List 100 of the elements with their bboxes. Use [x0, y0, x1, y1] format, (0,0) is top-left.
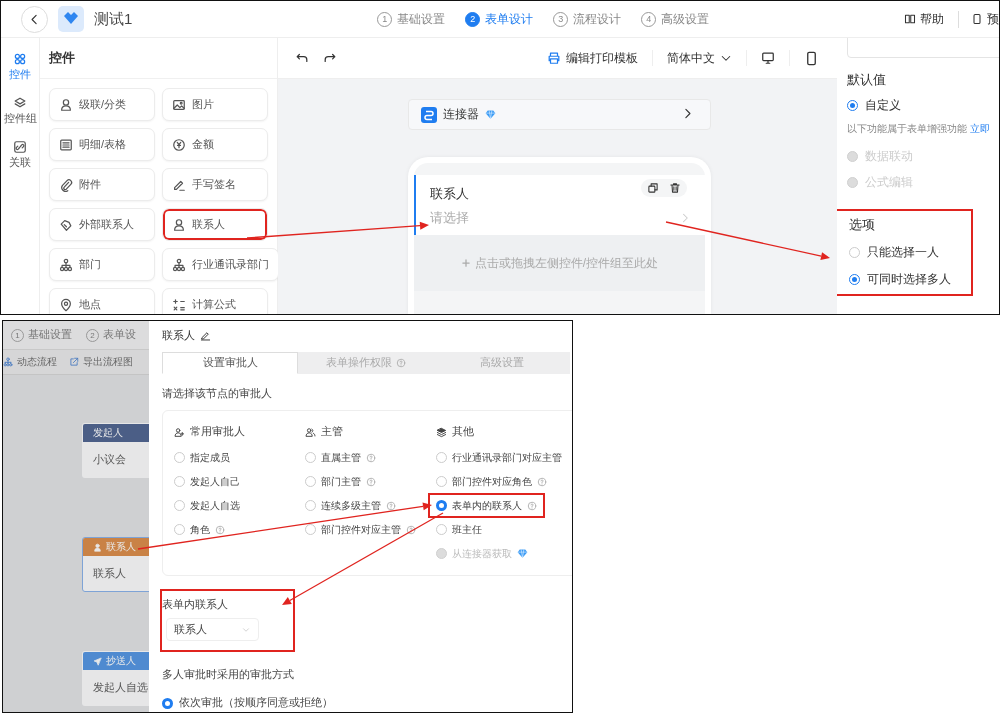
radio-option[interactable]: 行业通讯录部门对应主管	[428, 445, 570, 470]
radio-option[interactable]: 角色	[166, 517, 233, 542]
widget-item[interactable]: 图片	[162, 88, 268, 121]
step-tab[interactable]: 3 流程设计	[553, 10, 622, 28]
option-label: 行业通讯录部门对应主管	[452, 450, 562, 465]
widget-item[interactable]: 外部联系人	[49, 208, 155, 241]
radio-button[interactable]	[174, 476, 185, 487]
radio-button[interactable]	[305, 452, 316, 463]
option-label: 直属主管	[321, 450, 361, 465]
plus-icon	[460, 258, 471, 268]
option-label: 班主任	[452, 522, 482, 537]
mobile-icon[interactable]	[804, 50, 819, 66]
radio-option[interactable]: 指定成员	[166, 445, 238, 470]
back-button[interactable]	[21, 5, 48, 33]
section-title: 默认值	[847, 72, 886, 89]
widget-item[interactable]: 计算公式	[162, 288, 268, 314]
radio-option[interactable]: 部门控件对应角色	[428, 469, 555, 494]
rail-tab[interactable]: 关联	[9, 140, 31, 170]
radio-option[interactable]: 班主任	[428, 517, 490, 542]
coin-icon	[172, 137, 186, 152]
undo-icon[interactable]	[295, 51, 309, 65]
option-label: 依次审批（按顺序同意或拒绝）	[179, 696, 333, 710]
radio-button[interactable]	[174, 452, 185, 463]
list-icon	[59, 137, 73, 152]
widget-item[interactable]: 部门	[49, 248, 155, 281]
option-label: 连续多级主管	[321, 498, 381, 513]
radio-button[interactable]	[305, 524, 316, 535]
step-tab[interactable]: 2 表单设	[86, 328, 136, 342]
flow-node[interactable]: 抄送人 发起人自选	[82, 651, 149, 706]
layers-icon[interactable]	[13, 96, 27, 110]
radio-button[interactable]	[174, 500, 185, 511]
widget-item[interactable]: 手写签名	[162, 168, 268, 201]
widget-item[interactable]: 明细/表格	[49, 128, 155, 161]
link-icon[interactable]	[13, 140, 27, 154]
org-chart-icon	[172, 257, 186, 272]
group-title: 常用审批人	[190, 425, 245, 439]
radio-button[interactable]	[174, 524, 185, 535]
step-tab[interactable]: 2 表单设计	[465, 10, 534, 28]
org-chart-icon	[3, 357, 13, 367]
copy-button[interactable]	[647, 182, 659, 194]
trash-icon	[669, 182, 681, 194]
option-label: 表单内的联系人	[452, 498, 522, 513]
option-label: 部门主管	[321, 474, 361, 489]
language-dropdown[interactable]: 简体中文	[667, 49, 732, 67]
dynamic-flow-button[interactable]: 动态流程	[3, 355, 57, 369]
help-button[interactable]: 帮助	[892, 10, 944, 28]
node-label: 发起人自选	[93, 680, 148, 695]
option-label: 部门控件对应主管	[321, 522, 401, 537]
radio-button[interactable]	[847, 100, 858, 111]
flow-node[interactable]: 联系人 联系人	[82, 537, 149, 592]
group-title: 主管	[321, 425, 343, 439]
radio-button[interactable]	[436, 476, 447, 487]
radio-button[interactable]	[162, 697, 173, 709]
option-label: 只能选择一人	[867, 244, 939, 261]
field-label: 表单内联系人	[162, 598, 229, 612]
radio-button[interactable]	[305, 500, 316, 511]
radio-button[interactable]	[436, 524, 447, 535]
radio-button[interactable]	[849, 274, 860, 285]
widget-item[interactable]: 金额	[162, 128, 268, 161]
tab[interactable]: 设置审批人	[162, 352, 298, 374]
radio-option[interactable]: 连续多级主管	[297, 493, 404, 518]
radio-button[interactable]	[436, 452, 447, 463]
step-tab[interactable]: 1 基础设置	[11, 328, 72, 342]
desktop-icon[interactable]	[761, 51, 775, 65]
radio-button[interactable]	[849, 247, 860, 258]
widget-item[interactable]: 附件	[49, 168, 155, 201]
radio-option[interactable]: 直属主管	[297, 445, 384, 470]
connector-label: 连接器	[443, 106, 479, 123]
widget-item[interactable]: 联系人	[162, 208, 268, 241]
node-title: 发起人	[93, 426, 123, 440]
export-button[interactable]: 导出流程图	[69, 355, 133, 369]
radio-option[interactable]: 发起人自己	[166, 469, 248, 494]
paperclip-icon	[59, 177, 73, 192]
delete-button[interactable]	[669, 182, 681, 194]
step-tab[interactable]: 1 基础设置	[377, 10, 446, 28]
upgrade-link[interactable]: 立即	[969, 123, 990, 134]
rail-tab[interactable]: 控件	[9, 52, 31, 82]
connector-card[interactable]: 连接器	[408, 99, 711, 130]
rail-tab[interactable]: 控件组	[3, 96, 37, 126]
field-card[interactable]: 联系人 请选择	[414, 175, 705, 235]
radio-option[interactable]: 表单内的联系人	[428, 493, 545, 518]
radio-option[interactable]: 部门主管	[297, 469, 384, 494]
widget-item[interactable]: 级联/分类	[49, 88, 155, 121]
user-plus-icon	[174, 426, 185, 438]
radio-option[interactable]: 部门控件对应主管	[297, 517, 424, 542]
radio-option[interactable]: 发起人自选	[166, 493, 248, 518]
redo-icon[interactable]	[323, 51, 337, 65]
print-template-button[interactable]: 编辑打印模板	[547, 49, 638, 67]
phone-icon	[971, 13, 983, 25]
flow-node[interactable]: 发起人 小议会	[82, 423, 149, 478]
contact-select[interactable]: 联系人	[166, 618, 259, 641]
widget-item[interactable]: 地点	[49, 288, 155, 314]
org-chart-icon	[59, 257, 73, 272]
widget-item[interactable]: 行业通讯录部门	[162, 248, 279, 281]
radio-button[interactable]	[305, 476, 316, 487]
radio-button[interactable]	[436, 500, 447, 511]
grid-icon[interactable]	[13, 52, 27, 66]
step-tab[interactable]: 4 高级设置	[641, 10, 710, 28]
preview-button[interactable]: 预	[958, 10, 999, 28]
edit-button[interactable]	[200, 329, 211, 341]
